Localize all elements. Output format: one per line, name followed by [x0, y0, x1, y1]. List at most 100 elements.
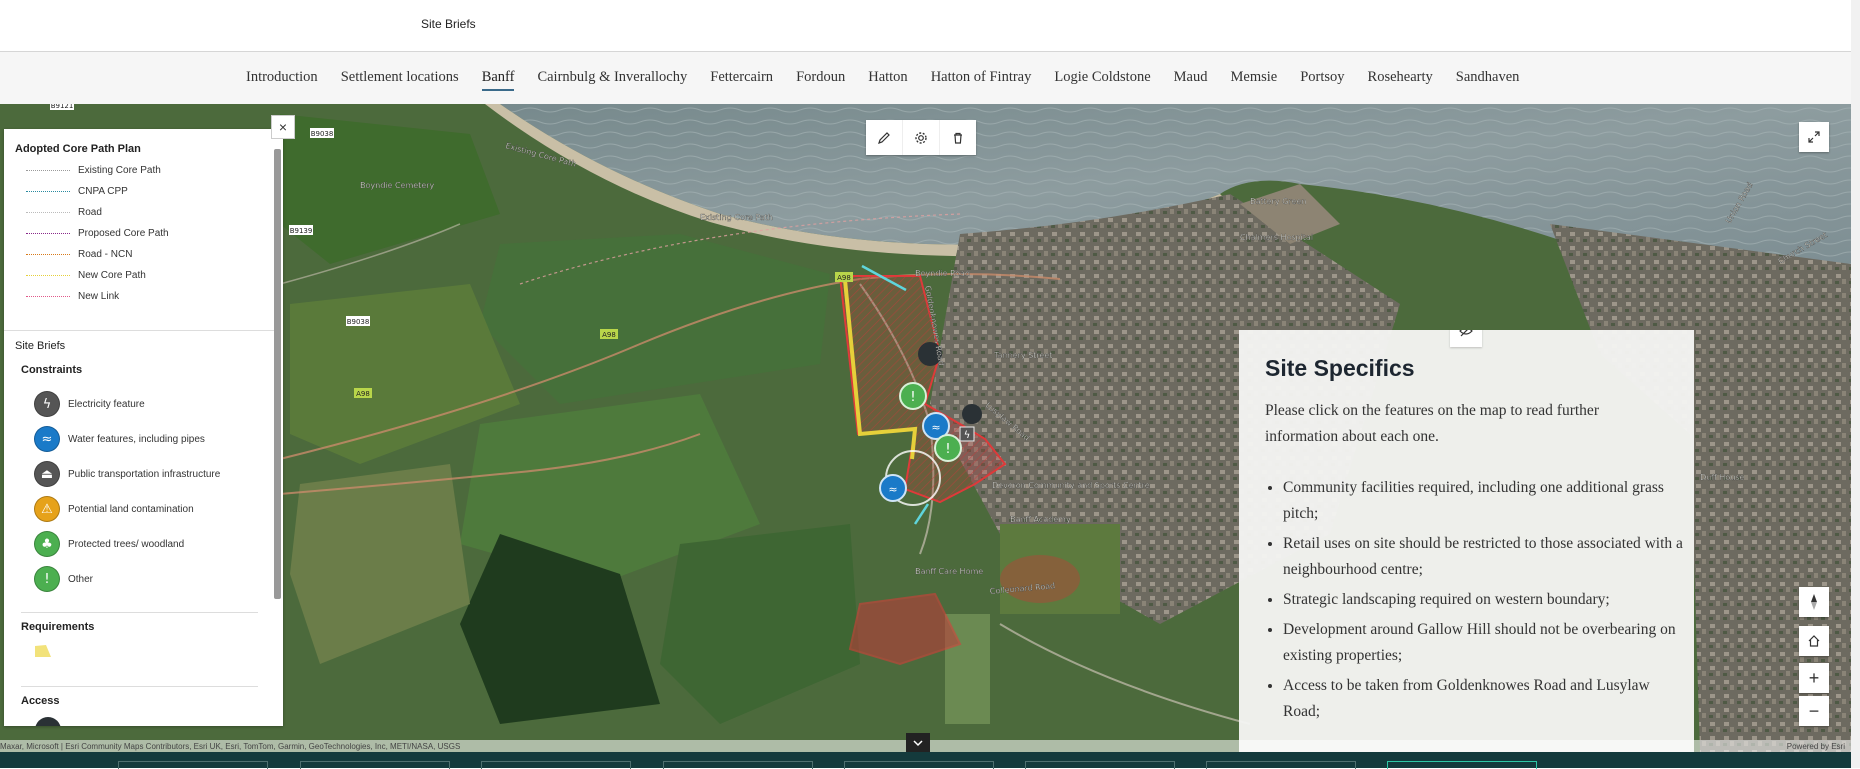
map-place-label: Banff Care Home	[915, 567, 983, 576]
page-title: Site Briefs	[421, 17, 476, 31]
map-place-label: Battery Green	[1250, 197, 1306, 206]
line-swatch-icon	[26, 253, 70, 255]
nav-item-sandhaven[interactable]: Sandhaven	[1456, 69, 1520, 91]
legend-constraint-label: Protected trees/ woodland	[68, 538, 185, 550]
line-swatch-icon	[26, 295, 70, 297]
line-swatch-icon	[26, 232, 70, 234]
nav-item-fettercairn[interactable]: Fettercairn	[710, 69, 773, 91]
sketch-toolbar	[866, 120, 976, 155]
nav-list: Introduction Settlement locations Banff Cai…	[246, 69, 1542, 91]
home-button[interactable]	[1799, 626, 1829, 656]
trash-icon	[954, 132, 962, 144]
panel-bullet: Community facilities required, including…	[1283, 475, 1683, 527]
legend-constraints-title: Constraints	[21, 364, 83, 376]
road-badge-label: B9121	[51, 104, 74, 110]
legend-line-label: New Link	[78, 290, 120, 302]
legend-close-button[interactable]: ×	[271, 115, 295, 139]
legend-line-item: New Link	[26, 288, 119, 304]
line-swatch-icon	[26, 274, 70, 276]
zoom-out-button[interactable]: −	[1799, 696, 1829, 726]
nav-item-memsie[interactable]: Memsie	[1230, 69, 1277, 91]
expand-icon	[1808, 131, 1820, 143]
nav-item-settlement-locations[interactable]: Settlement locations	[341, 69, 459, 91]
nav-item-logie-coldstone[interactable]: Logie Coldstone	[1054, 69, 1150, 91]
legend-constraint-label: Public transportation infrastructure	[68, 468, 221, 480]
collapse-button[interactable]	[906, 733, 930, 753]
page-scrollbar[interactable]	[1851, 0, 1860, 768]
legend-constraint-item: ♣ Protected trees/ woodland	[34, 531, 184, 557]
legend-line-label: Existing Core Path	[78, 164, 161, 176]
exclamation-icon: !	[34, 566, 60, 592]
panel-toggle-button[interactable]	[1450, 330, 1482, 347]
nav-item-portsoy[interactable]: Portsoy	[1300, 69, 1344, 91]
legend-line-item: Road	[26, 204, 102, 220]
nav-item-rosehearty[interactable]: Rosehearty	[1368, 69, 1433, 91]
zoom-in-button[interactable]: +	[1799, 663, 1829, 693]
compass-button[interactable]	[1799, 587, 1829, 617]
legend-scroll-thumb[interactable]	[274, 149, 281, 599]
waves-icon: ≈	[34, 426, 60, 452]
nav-item-cairnbulg-inverallochy[interactable]: Cairnbulg & Inverallochy	[537, 69, 687, 91]
legend-line-label: New Core Path	[78, 269, 146, 281]
panel-bullet: Access to be taken from Goldenknowes Roa…	[1283, 673, 1683, 725]
line-swatch-icon	[26, 169, 70, 171]
legend-line-label: CNPA CPP	[78, 185, 128, 197]
tree-icon: ♣	[34, 531, 60, 557]
bottom-tab-strip	[0, 752, 1851, 769]
panel-title: Site Specifics	[1265, 355, 1415, 381]
map-place-label: Deveron Community and Sports Centre	[992, 481, 1150, 490]
svg-text:≈: ≈	[888, 483, 897, 496]
legend-access-title: Access	[21, 695, 60, 707]
legend-constraint-item: ! Other	[34, 566, 93, 592]
legend-constraint-label: Electricity feature	[68, 398, 145, 410]
road-badge-label: A98	[602, 331, 616, 339]
panel-bullet: Retail uses on site should be restricted…	[1283, 531, 1683, 583]
map-legend[interactable]: Adopted Core Path Plan Existing Core Pat…	[4, 129, 283, 726]
nav-item-fordoun[interactable]: Fordoun	[796, 69, 845, 91]
road-badge-label: B9139	[290, 227, 313, 235]
road-icon: ⏏	[34, 461, 60, 487]
svg-text:≈: ≈	[931, 421, 940, 434]
legend-line-label: Road	[78, 206, 102, 218]
warning-icon: ⚠	[34, 496, 60, 522]
legend-line-item: Road - NCN	[26, 246, 132, 262]
legend-line-label: Proposed Core Path	[78, 227, 169, 239]
legend-line-item: New Core Path	[26, 267, 146, 283]
map-place-label: Tannery Street	[993, 351, 1052, 360]
home-icon	[1808, 635, 1820, 647]
marker-water-2: ≈	[879, 474, 907, 502]
line-swatch-icon	[26, 190, 70, 192]
svg-text:ϟ: ϟ	[964, 430, 971, 441]
map-place-label: Duff House	[1700, 473, 1744, 482]
settings-button[interactable]	[903, 120, 940, 155]
legend-divider-3	[21, 686, 258, 687]
panel-intro: Please click on the features on the map …	[1265, 402, 1599, 445]
lightning-icon: ϟ	[34, 391, 60, 417]
edit-button[interactable]	[866, 120, 903, 155]
hide-icon	[1459, 330, 1473, 337]
delete-button[interactable]	[940, 120, 976, 155]
chevron-down-icon	[913, 740, 923, 747]
nav-item-introduction[interactable]: Introduction	[246, 69, 318, 91]
site-specifics-panel: Site Specifics Please click on the featu…	[1239, 330, 1694, 752]
map-place-label: Banff Academy	[1010, 515, 1071, 524]
compass-icon	[1811, 594, 1817, 610]
legend-constraint-item: ϟ Electricity feature	[34, 391, 145, 417]
nav-item-banff[interactable]: Banff	[481, 69, 515, 91]
map-place-label: Existing Core Path	[700, 213, 773, 222]
nav-item-hatton[interactable]: Hatton	[868, 69, 907, 91]
road-badge-label: B9038	[347, 318, 370, 326]
road-badge-label: A98	[837, 274, 851, 282]
marker-dark-2	[962, 404, 982, 424]
svg-text:!: !	[910, 390, 915, 405]
legend-constraint-item: ⏏ Public transportation infrastructure	[34, 461, 220, 487]
expand-button[interactable]	[1799, 122, 1829, 152]
requirements-swatch-icon	[34, 644, 52, 658]
nav-item-maud[interactable]: Maud	[1174, 69, 1208, 91]
marker-other-1: !	[899, 382, 927, 410]
legend-scrollbar[interactable]	[274, 149, 281, 726]
header-bar: Site Briefs	[0, 0, 1851, 52]
legend-line-item: CNPA CPP	[26, 183, 128, 199]
legend-site-briefs-title: Site Briefs	[15, 340, 66, 352]
nav-item-hatton-of-fintray[interactable]: Hatton of Fintray	[931, 69, 1032, 91]
